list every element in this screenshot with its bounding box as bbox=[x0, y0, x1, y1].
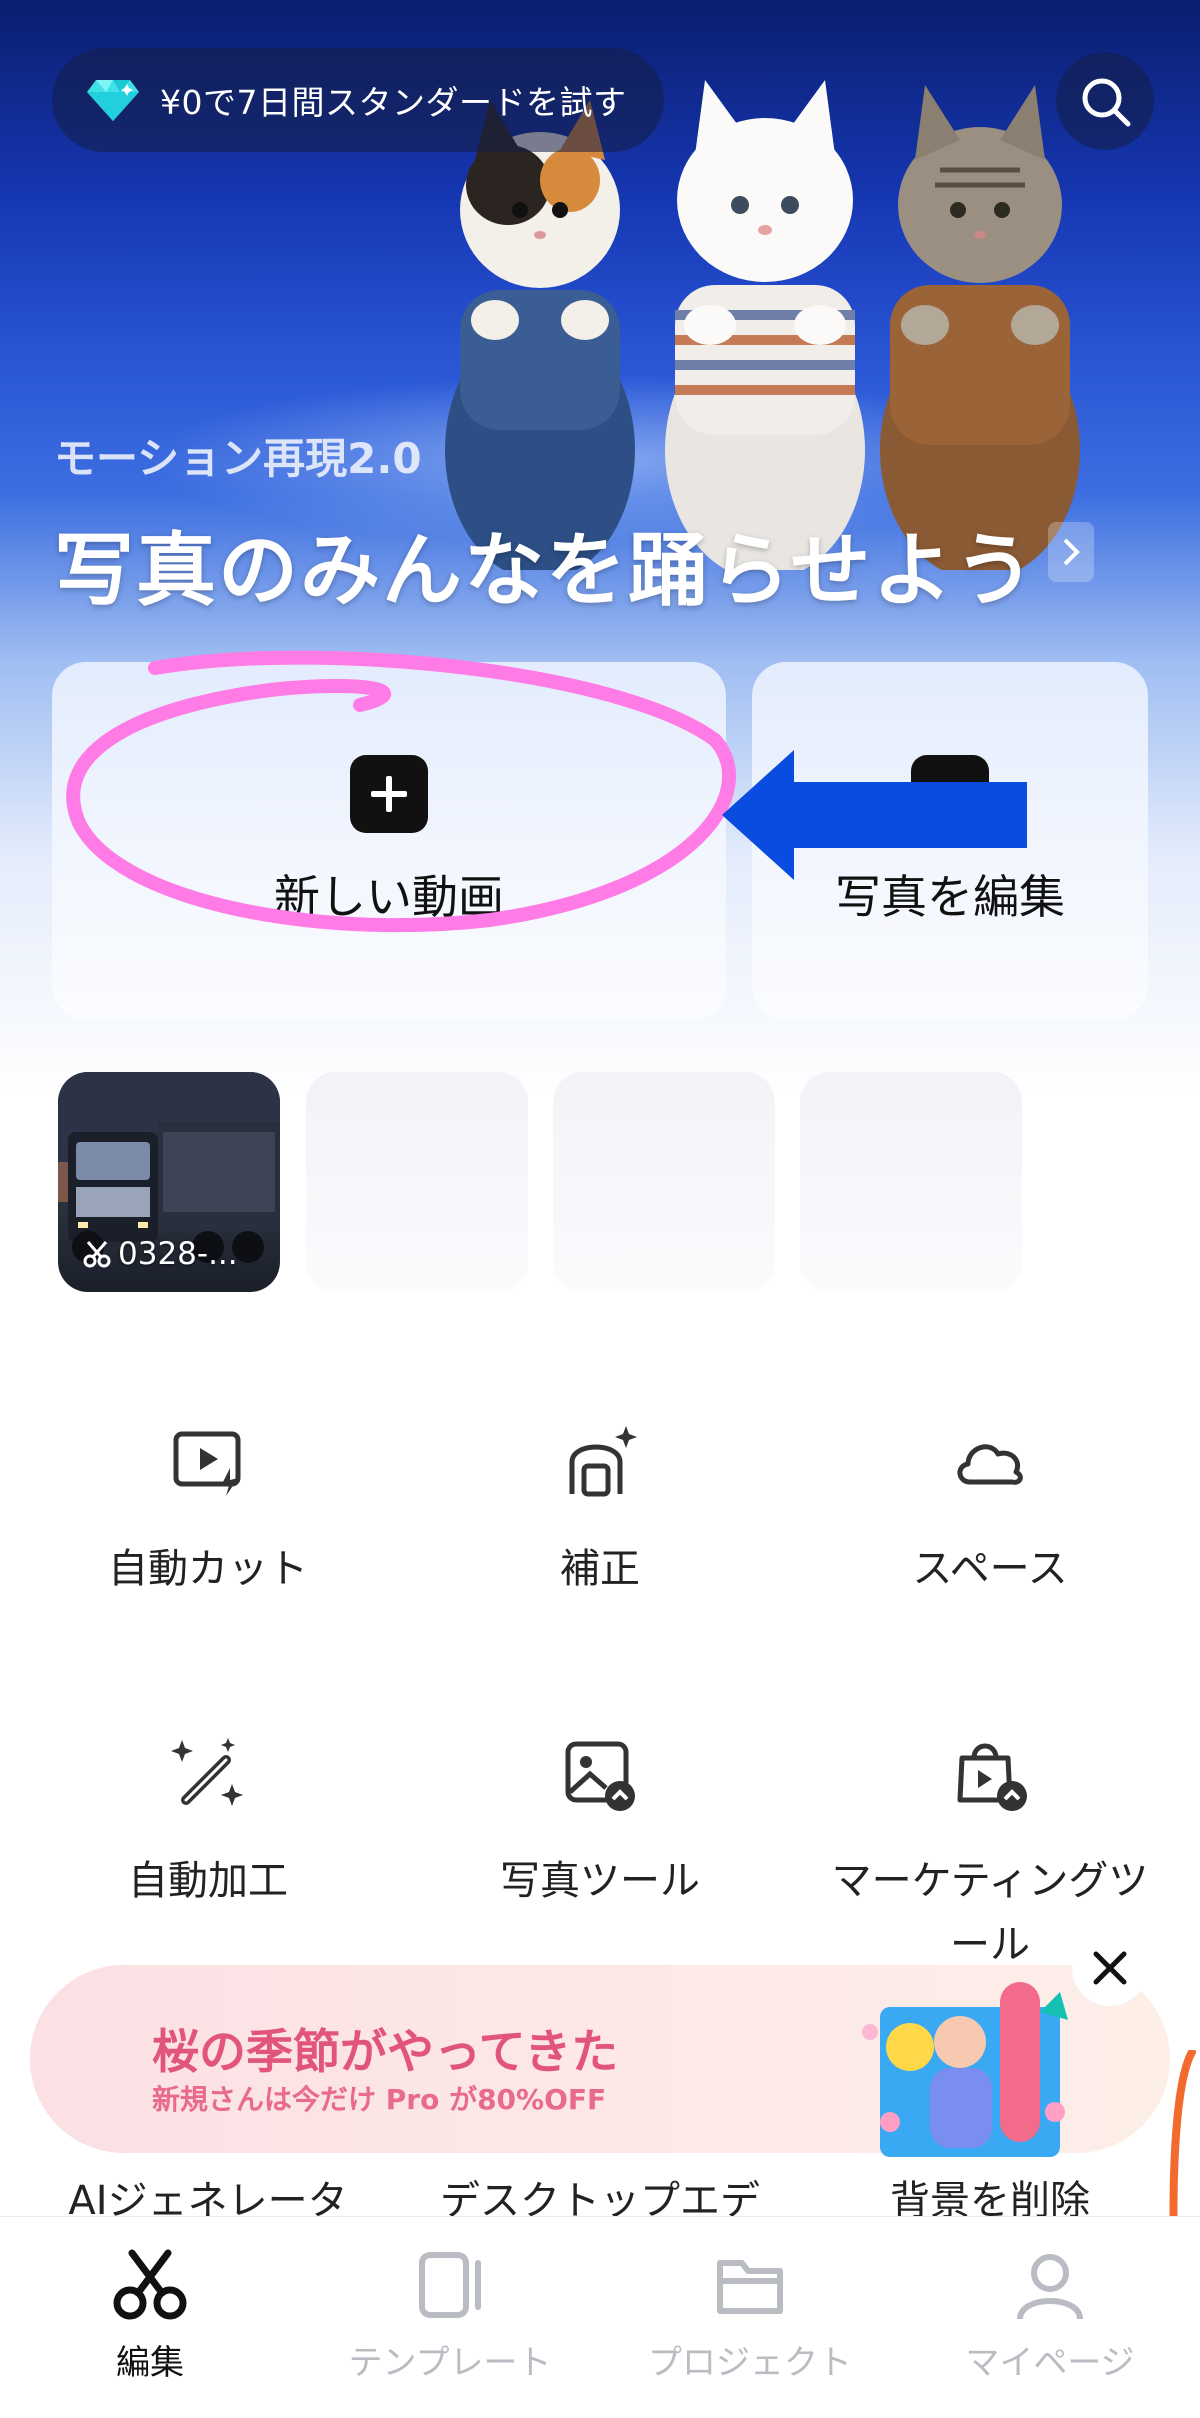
retouch-icon bbox=[569, 1426, 637, 1497]
bottom-tab-bar: 編集 テンプレート プロジェクト マイページ bbox=[0, 2216, 1200, 2418]
tool-retouch-label: 補正 bbox=[560, 1546, 640, 1592]
tab-edit-label: 編集 bbox=[116, 2343, 184, 2383]
tool-auto-cut[interactable]: 自動カット bbox=[28, 1422, 388, 1594]
chevron-right-icon bbox=[1063, 538, 1080, 566]
banner-title: 桜の季節がやってきた bbox=[152, 2025, 619, 2080]
banner-illustration bbox=[862, 1982, 1068, 2157]
recent-project-placeholder bbox=[306, 1072, 528, 1292]
banner-close-button[interactable] bbox=[1072, 1930, 1148, 2006]
tab-projects-label: プロジェクト bbox=[648, 2343, 852, 2383]
tool-marketing-label: マーケティングツ bbox=[831, 1858, 1149, 1904]
recent-project-label: 0328-... bbox=[82, 1236, 238, 1272]
recent-project-name: 0328-... bbox=[118, 1236, 238, 1272]
tool-space[interactable]: スペース bbox=[810, 1422, 1170, 1594]
new-video-label: 新しい動画 bbox=[274, 870, 504, 924]
plus-icon bbox=[350, 755, 428, 833]
tab-my-page-label: マイページ bbox=[965, 2343, 1135, 2383]
photo-tool-icon bbox=[565, 1741, 635, 1811]
tab-templates[interactable]: テンプレート bbox=[300, 2247, 600, 2384]
template-icon bbox=[419, 2252, 481, 2318]
hero-title[interactable]: 写真のみんなを踊らせよう bbox=[54, 506, 1036, 622]
close-icon bbox=[1093, 1951, 1127, 1985]
trial-promo-text: ¥0で7日間スタンダードを試す bbox=[160, 83, 627, 122]
scissors-icon bbox=[113, 2249, 187, 2320]
recent-project-placeholder bbox=[800, 1072, 1022, 1292]
tool-photo-tools-label: 写真ツール bbox=[500, 1858, 700, 1904]
tool-retouch[interactable]: 補正 bbox=[420, 1422, 780, 1594]
new-video-card[interactable]: 新しい動画 bbox=[52, 662, 726, 1020]
search-button[interactable] bbox=[1056, 52, 1154, 150]
tool-auto-enhance-label: 自動加工 bbox=[128, 1858, 288, 1904]
tool-auto-enhance[interactable]: 自動加工 bbox=[28, 1734, 388, 1906]
recent-project-thumbnail[interactable]: 0328-... bbox=[58, 1072, 280, 1292]
hero-chevron-button[interactable] bbox=[1048, 522, 1094, 582]
hero-subtitle: モーション再現2.0 bbox=[54, 434, 422, 483]
user-icon bbox=[1017, 2254, 1083, 2320]
search-icon bbox=[1082, 78, 1131, 127]
magic-wand-icon bbox=[171, 1738, 243, 1806]
photo-edit-icon bbox=[911, 755, 989, 833]
tool-photo-tools[interactable]: 写真ツール bbox=[420, 1734, 780, 1906]
edit-photo-card[interactable]: 写真を編集 bbox=[752, 662, 1148, 1020]
edit-photo-label: 写真を編集 bbox=[835, 870, 1065, 924]
scissors-icon bbox=[83, 1241, 111, 1268]
tool-auto-cut-label: 自動カット bbox=[108, 1546, 308, 1592]
banner-subtitle: 新規さんは今だけ Pro が80%OFF bbox=[152, 2083, 607, 2116]
folder-icon bbox=[717, 2260, 783, 2314]
diamond-icon bbox=[87, 80, 139, 121]
tab-edit[interactable]: 編集 bbox=[0, 2247, 300, 2384]
auto-cut-icon bbox=[173, 1431, 241, 1496]
tab-templates-label: テンプレート bbox=[348, 2343, 552, 2383]
recent-project-placeholder bbox=[553, 1072, 775, 1292]
trial-promo-pill[interactable]: ¥0で7日間スタンダードを試す bbox=[52, 48, 664, 152]
tool-marketing-label-line2: ール bbox=[950, 1922, 1030, 1968]
tab-projects[interactable]: プロジェクト bbox=[600, 2247, 900, 2384]
cloud-space-icon bbox=[957, 1444, 1023, 1485]
marketing-bag-icon bbox=[957, 1743, 1027, 1811]
tab-my-page[interactable]: マイページ bbox=[900, 2247, 1200, 2384]
tool-space-label: スペース bbox=[912, 1546, 1068, 1592]
